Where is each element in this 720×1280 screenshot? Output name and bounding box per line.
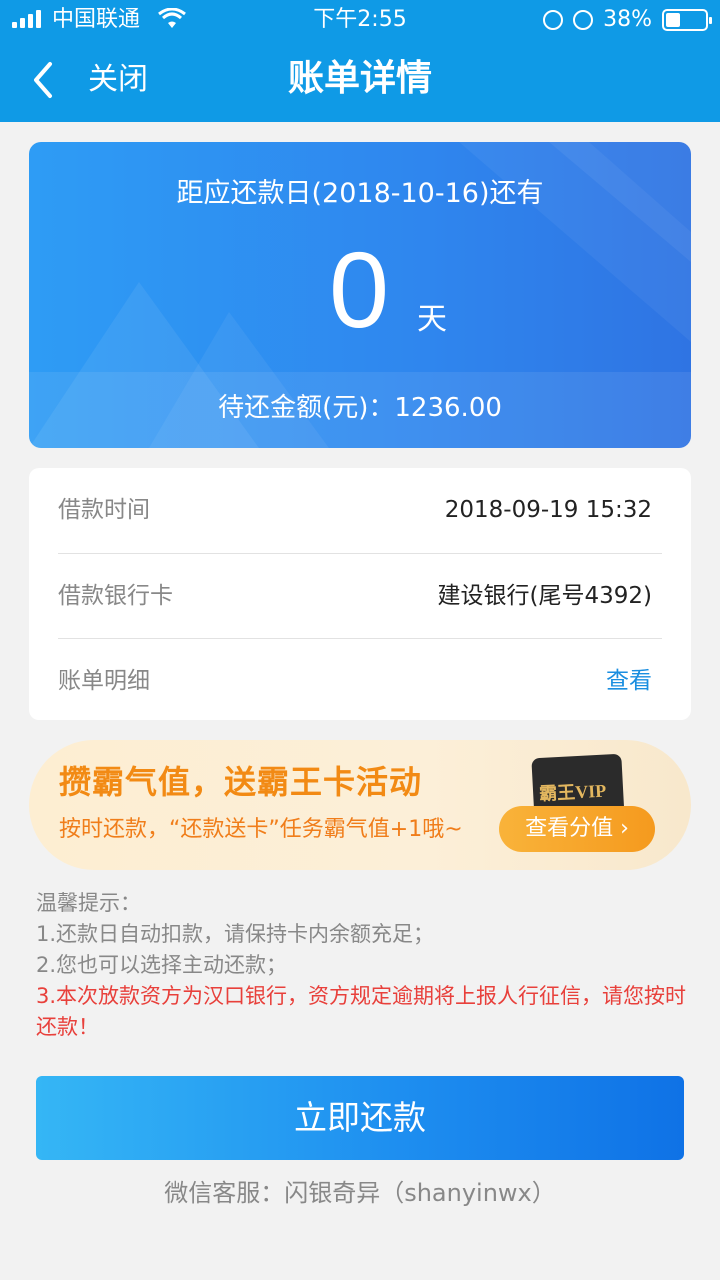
view-score-button[interactable]: 查看分值 › xyxy=(499,806,655,852)
bank-card-label: 借款银行卡 xyxy=(58,583,173,609)
alarm-icon xyxy=(573,10,594,30)
promo-title: 攒霸气值，送霸王卡活动 xyxy=(59,763,423,801)
promo-subtitle: 按时还款，“还款送卡”任务霸气值+1哦~ xyxy=(59,817,463,842)
days-unit: 天 xyxy=(417,302,447,337)
battery-icon xyxy=(662,9,712,31)
orientation-lock-icon xyxy=(543,10,564,30)
battery-percent: 38% xyxy=(603,7,652,32)
tips-heading: 温馨提示： xyxy=(36,891,141,915)
vip-card-label: 霸王VIP xyxy=(538,780,607,805)
view-detail-link[interactable]: 查看 xyxy=(606,639,652,724)
loan-time-value: 2018-09-19 15:32 xyxy=(444,497,652,523)
loan-time-label: 借款时间 xyxy=(58,497,150,523)
amount-due: 待还金额(元)：1236.00 xyxy=(218,393,502,423)
bank-card-value: 建设银行(尾号4392) xyxy=(437,583,652,609)
customer-service-text: 微信客服：闪银奇异（shanyinwx） xyxy=(164,1179,556,1207)
page-title: 账单详情 xyxy=(287,58,432,99)
top-bar: 中国联通 下午2:55 38% 关闭 账单详情 xyxy=(0,0,720,122)
bill-detail-label: 账单明细 xyxy=(58,668,150,694)
status-right: 38% xyxy=(543,0,712,40)
tip-line: 1.还款日自动扣款，请保持卡内余额充足； xyxy=(36,922,435,946)
loan-time-row: 借款时间 2018-09-19 15:32 xyxy=(58,468,662,553)
due-card: 距应还款日(2018-10-16)还有 0 天 待还金额(元)：1236.00 xyxy=(29,142,691,448)
days-remaining: 0 xyxy=(329,229,390,350)
tip-line: 2.您也可以选择主动还款； xyxy=(36,953,288,977)
view-score-label: 查看分值 xyxy=(525,816,614,841)
promo-banner[interactable]: 攒霸气值，送霸王卡活动 按时还款，“还款送卡”任务霸气值+1哦~ 霸王VIP 查… xyxy=(29,740,691,870)
repay-now-button[interactable]: 立即还款 xyxy=(36,1076,684,1160)
chevron-right-icon: › xyxy=(620,816,629,841)
due-date-text: 距应还款日(2018-10-16)还有 xyxy=(176,178,544,209)
bill-detail-row[interactable]: 账单明细 查看 xyxy=(58,639,662,724)
status-bar: 中国联通 下午2:55 38% xyxy=(0,0,720,40)
bank-card-row: 借款银行卡 建设银行(尾号4392) xyxy=(58,554,662,639)
loan-info-card: 借款时间 2018-09-19 15:32 借款银行卡 建设银行(尾号4392)… xyxy=(29,468,691,720)
tips-section: 温馨提示： 1.还款日自动扣款，请保持卡内余额充足； 2.您也可以选择主动还款；… xyxy=(36,888,696,1043)
tip-warning: 3.本次放款资方为汉口银行，资方规定逾期将上报人行征信，请您按时还款！ xyxy=(36,984,687,1039)
